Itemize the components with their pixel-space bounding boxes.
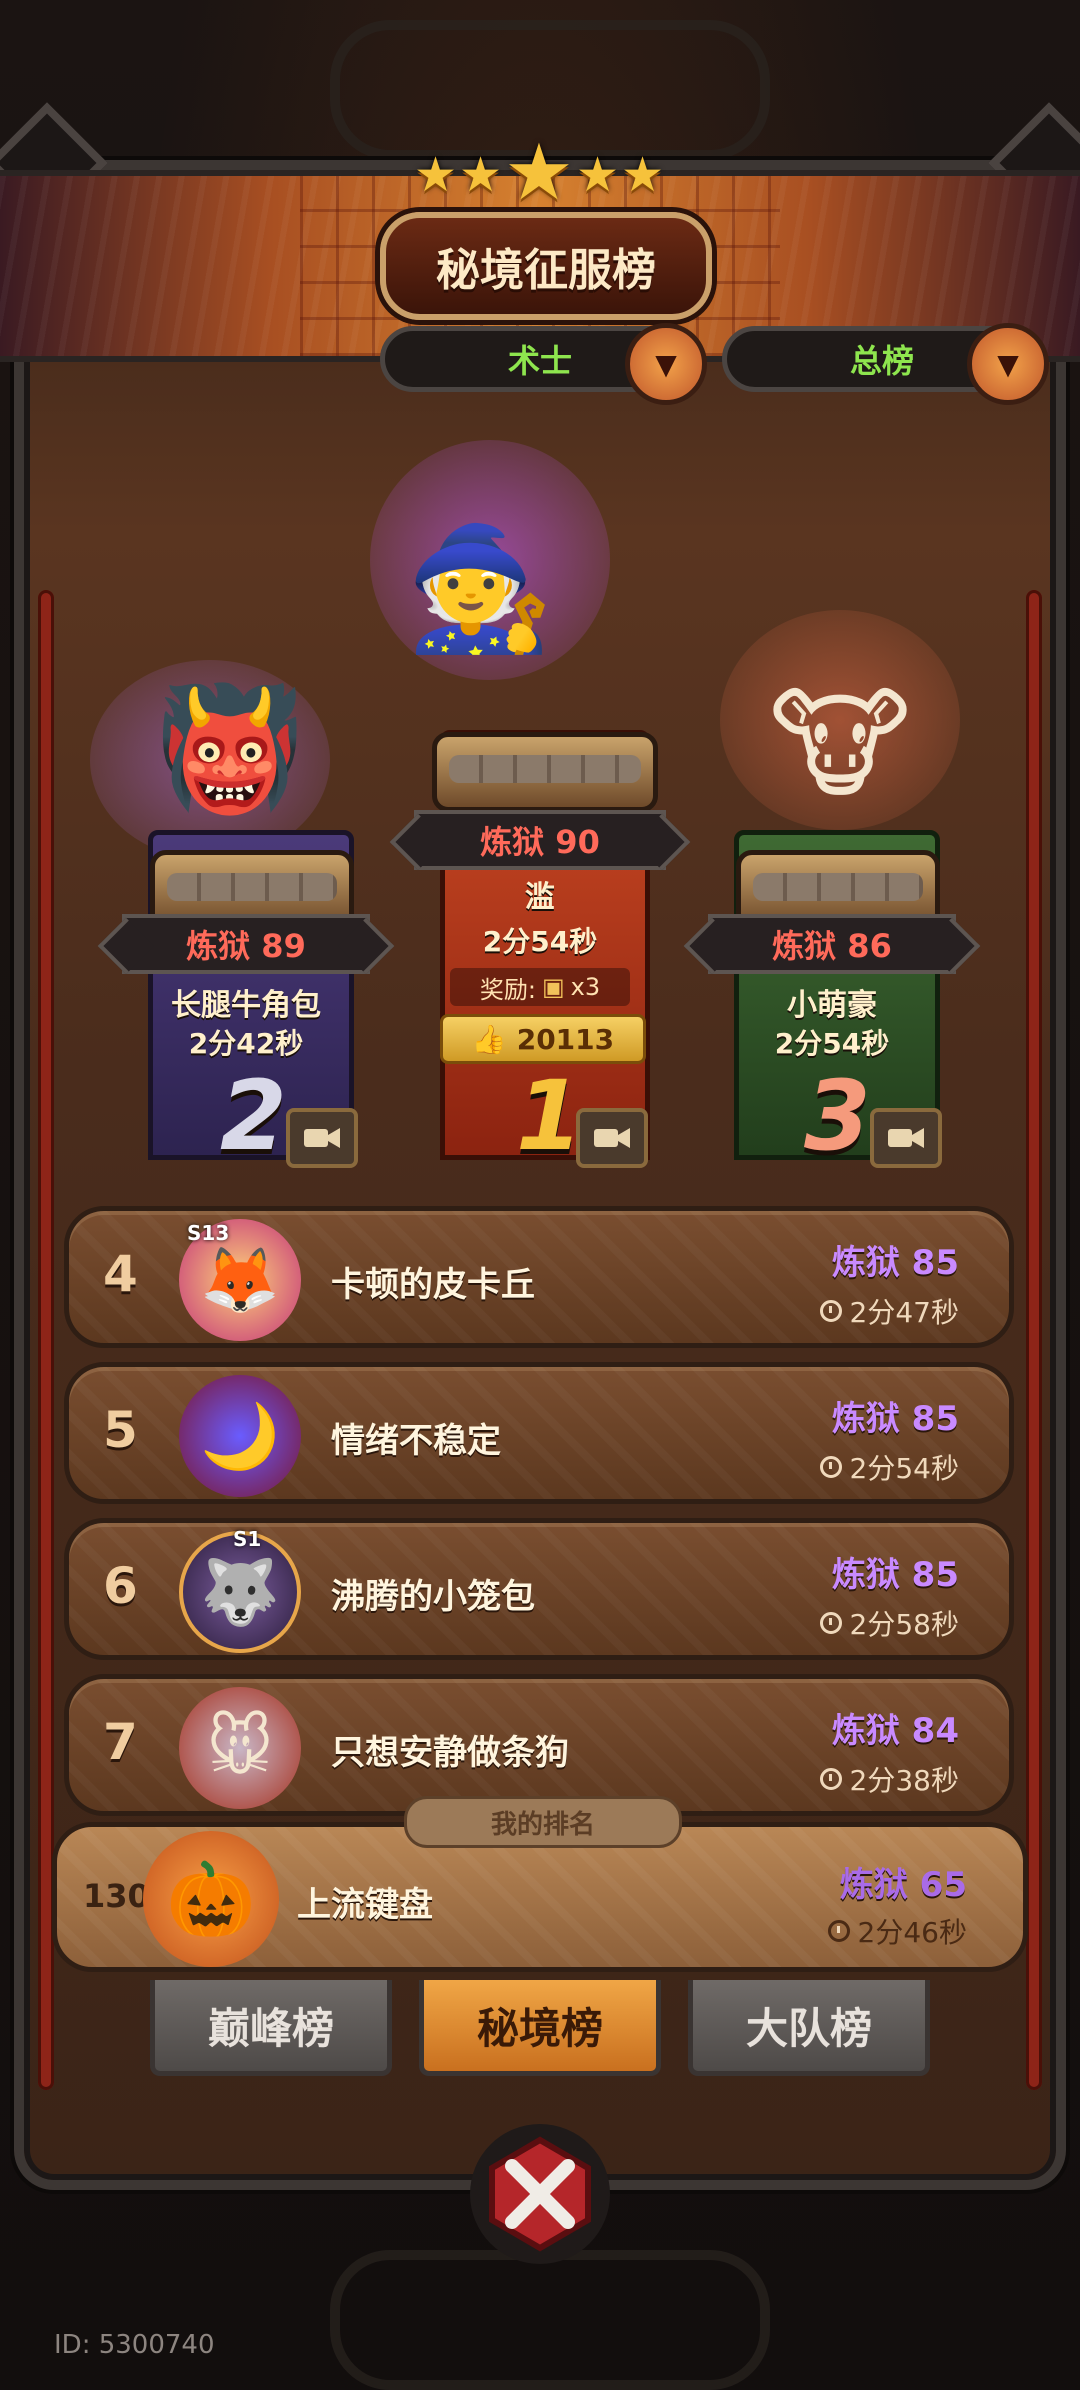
rank-number: 4 <box>103 1245 138 1303</box>
second-place-level: 炼狱 89 <box>186 927 306 965</box>
class-filter-dropdown[interactable]: 术士 ▼ <box>380 323 707 405</box>
clear-time-value: 2分47秒 <box>849 1296 959 1329</box>
clock-icon <box>819 1456 842 1478</box>
third-place-rank-number: 3 <box>804 1060 871 1172</box>
rank-row[interactable]: 5 🌙 情绪不稳定 炼狱 85 2分54秒 <box>64 1362 1014 1504</box>
right-rail <box>1026 590 1042 2090</box>
third-place-replay-button[interactable] <box>870 1108 942 1168</box>
rank-row[interactable]: 6 🐺 S1 沸腾的小笼包 炼狱 85 2分58秒 <box>64 1518 1014 1660</box>
player-level: 炼狱 84 <box>831 1711 959 1751</box>
rank-number: 7 <box>103 1713 138 1771</box>
my-level: 炼狱 65 <box>839 1865 967 1905</box>
treasure-chest-icon: ▣ <box>541 973 565 1001</box>
first-place-reward: 奖励: ▣ x3 <box>450 968 630 1006</box>
user-id: ID: 5300740 <box>54 2330 215 2360</box>
rank-row[interactable]: 7 🐭 只想安静做条狗 炼狱 84 2分38秒 <box>64 1674 1014 1816</box>
class-filter-label: 术士 <box>507 342 572 380</box>
clock-icon <box>819 1612 842 1634</box>
tab-squad[interactable]: 大队榜 <box>688 1980 930 2076</box>
player-name: 沸腾的小笼包 <box>331 1577 535 1617</box>
video-camera-icon <box>304 1128 340 1148</box>
clear-time: 2分38秒 <box>819 1759 959 1799</box>
clock-icon <box>827 1920 850 1942</box>
tab-peak[interactable]: 巅峰榜 <box>150 1980 392 2076</box>
first-place-hero-avatar[interactable]: 🧙 <box>360 470 600 710</box>
my-rank-number: 130 <box>83 1877 150 1915</box>
player-level: 炼狱 85 <box>831 1555 959 1595</box>
reward-label: 奖励: <box>479 975 536 1004</box>
player-level: 炼狱 85 <box>831 1399 959 1439</box>
player-avatar[interactable]: 🌙 <box>179 1375 301 1497</box>
rank-number: 6 <box>103 1557 138 1615</box>
like-count: 20113 <box>516 1022 615 1056</box>
third-place-time: 2分54秒 <box>774 1027 890 1060</box>
range-filter-label: 总榜 <box>849 342 914 380</box>
first-place-rank-number: 1 <box>516 1060 583 1172</box>
close-button[interactable] <box>470 2124 610 2264</box>
chevron-down-icon[interactable]: ▼ <box>967 323 1049 405</box>
clock-icon <box>819 1768 842 1790</box>
clear-time-value: 2分58秒 <box>849 1608 959 1641</box>
clear-time: 2分58秒 <box>819 1603 959 1643</box>
player-name: 只想安静做条狗 <box>331 1733 569 1773</box>
second-place-hero-avatar[interactable]: 👹 <box>130 660 330 840</box>
player-level: 炼狱 85 <box>831 1243 959 1283</box>
third-place-level-ribbon: 炼狱 86 <box>708 914 956 974</box>
third-place-level: 炼狱 86 <box>772 927 892 965</box>
third-place-hero-avatar[interactable]: 🐮 <box>740 650 940 840</box>
close-icon <box>489 2136 591 2252</box>
player-name: 情绪不稳定 <box>331 1421 501 1461</box>
rank-number: 5 <box>103 1401 138 1459</box>
first-place-time: 2分54秒 <box>482 925 598 958</box>
chevron-down-icon[interactable]: ▼ <box>625 323 707 405</box>
my-clear-time: 2分46秒 <box>827 1911 967 1951</box>
first-place-level-ribbon: 炼狱 90 <box>414 810 666 870</box>
first-place-pedestal <box>432 732 658 812</box>
second-place-name: 长腿牛角包 <box>171 988 321 1023</box>
my-avatar[interactable]: 🎃 <box>143 1831 279 1967</box>
second-place-level-ribbon: 炼狱 89 <box>122 914 370 974</box>
clear-time-value: 2分54秒 <box>849 1452 959 1485</box>
rating-stars-icon: ★★★★★ <box>413 128 667 218</box>
reward-quantity: x3 <box>570 973 601 1001</box>
thumbs-up-icon: 👍 <box>471 1022 507 1056</box>
range-filter-dropdown[interactable]: 总榜 ▼ <box>722 323 1049 405</box>
player-avatar[interactable]: 🐭 <box>179 1687 301 1809</box>
rank-row[interactable]: 4 🦊 S13 卡顿的皮卡丘 炼狱 85 2分47秒 <box>64 1206 1014 1348</box>
first-place-replay-button[interactable] <box>576 1108 648 1168</box>
my-clear-time-value: 2分46秒 <box>857 1916 967 1949</box>
clock-icon <box>819 1300 842 1322</box>
second-place-rank-number: 2 <box>220 1060 287 1172</box>
first-place-name: 滥 <box>525 880 555 915</box>
page-title: 秘境征服榜 <box>380 212 712 320</box>
my-rank-label: 我的排名 <box>404 1796 682 1848</box>
first-place-level: 炼狱 90 <box>480 823 600 861</box>
player-name: 卡顿的皮卡丘 <box>331 1265 535 1305</box>
first-place-like-button[interactable]: 👍 20113 <box>440 1014 646 1064</box>
clear-time-value: 2分38秒 <box>849 1764 959 1797</box>
season-badge: S13 <box>187 1221 230 1245</box>
second-place-time: 2分42秒 <box>188 1027 304 1060</box>
tab-secret-realm[interactable]: 秘境榜 <box>419 1980 661 2076</box>
video-camera-icon <box>888 1128 924 1148</box>
second-place-replay-button[interactable] <box>286 1108 358 1168</box>
third-place-name: 小萌豪 <box>787 988 877 1023</box>
video-camera-icon <box>594 1128 630 1148</box>
bottom-ornament <box>330 2250 770 2390</box>
my-name: 上流键盘 <box>297 1885 433 1925</box>
clear-time: 2分54秒 <box>819 1447 959 1487</box>
clear-time: 2分47秒 <box>819 1291 959 1331</box>
season-badge: S1 <box>233 1527 262 1551</box>
